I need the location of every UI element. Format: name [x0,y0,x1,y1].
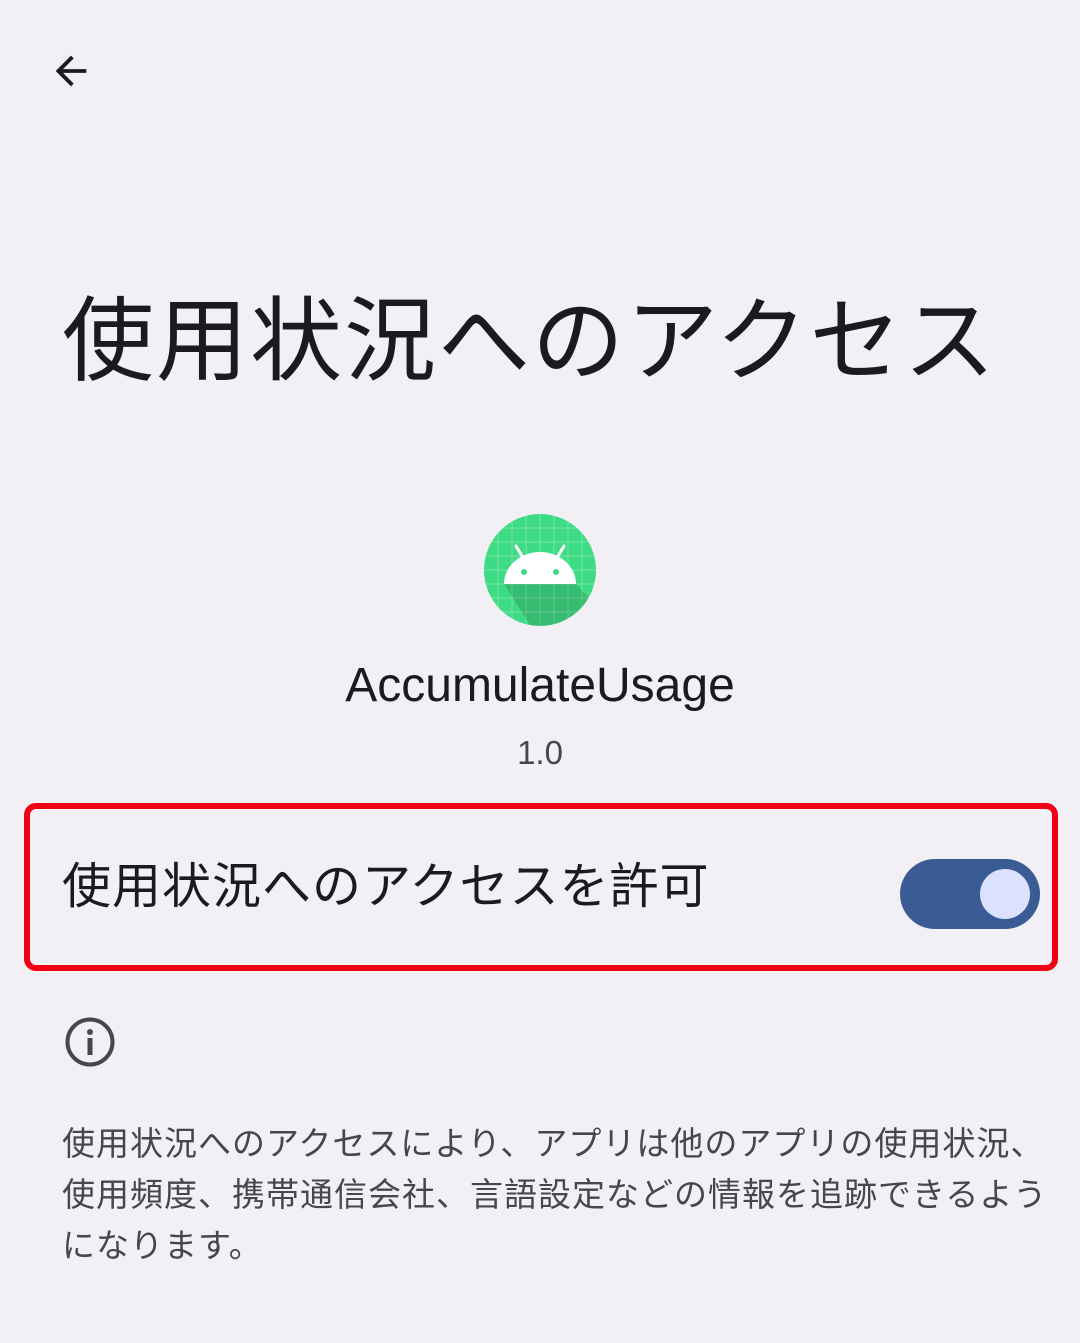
info-icon [65,1017,115,1067]
usage-access-description: 使用状況へのアクセスにより、アプリは他のアプリの使用状況、使用頻度、携帯通信会社… [62,1124,1048,1265]
app-version: 1.0 [517,734,563,771]
app-name: AccumulateUsage [345,659,735,712]
usage-access-screen: 使用状況へのアクセス AccumulateUsage 1.0 使用状況へのアクセ… [0,0,1080,1343]
page-title: 使用状況へのアクセス [62,288,998,395]
android-app-icon [484,514,596,626]
allow-usage-access-label: 使用状況へのアクセスを許可 [62,858,710,915]
back-button[interactable] [38,38,104,104]
switch-thumb [980,869,1030,919]
allow-usage-access-switch[interactable] [900,859,1040,929]
allow-usage-access-row[interactable]: 使用状況へのアクセスを許可 [30,809,1052,965]
arrow-back-icon [55,55,87,87]
